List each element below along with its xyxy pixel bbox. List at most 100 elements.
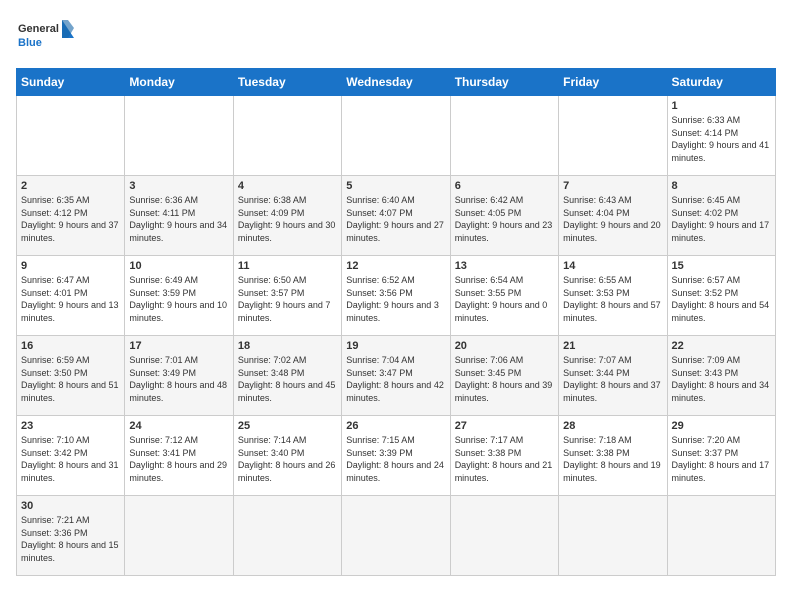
calendar-cell: 30 Sunrise: 7:21 AM Sunset: 3:36 PM Dayli… (17, 496, 125, 576)
calendar-cell: 4Sunrise: 6:38 AM Sunset: 4:09 PM Daylig… (233, 176, 341, 256)
day-info: Sunrise: 6:43 AM Sunset: 4:04 PM Dayligh… (563, 194, 662, 244)
weekday-header: Saturday (667, 69, 775, 96)
day-number: 30 (21, 500, 120, 512)
day-info: Sunrise: 6:54 AM Sunset: 3:55 PM Dayligh… (455, 274, 554, 324)
day-info: Sunrise: 7:21 AM Sunset: 3:36 PM Dayligh… (21, 514, 120, 564)
calendar-week: 1Sunrise: 6:33 AM Sunset: 4:14 PM Daylig… (17, 96, 776, 176)
calendar-cell (17, 96, 125, 176)
day-info: Sunrise: 7:10 AM Sunset: 3:42 PM Dayligh… (21, 434, 120, 484)
calendar-cell: 2 Sunrise: 6:35 AM Sunset: 4:12 PM Daylig… (17, 176, 125, 256)
calendar-cell: 15 Sunrise: 6:57 AM Sunset: 3:52 PM Dayli… (667, 256, 775, 336)
day-number: 24 (129, 420, 228, 432)
calendar-table: SundayMondayTuesdayWednesdayThursdayFrid… (16, 68, 776, 576)
day-info: Sunrise: 7:07 AM Sunset: 3:44 PM Dayligh… (563, 354, 662, 404)
day-number: 8 (672, 180, 771, 192)
day-info: Sunrise: 7:09 AM Sunset: 3:43 PM Dayligh… (672, 354, 771, 404)
day-number: 25 (238, 420, 337, 432)
calendar-cell (450, 496, 558, 576)
weekday-header: Tuesday (233, 69, 341, 96)
day-info: Sunrise: 6:59 AM Sunset: 3:50 PM Dayligh… (21, 354, 120, 404)
day-number: 19 (346, 340, 445, 352)
day-info: Sunrise: 6:55 AM Sunset: 3:53 PM Dayligh… (563, 274, 662, 324)
day-number: 16 (21, 340, 120, 352)
day-number: 15 (672, 260, 771, 272)
day-info: Sunrise: 7:01 AM Sunset: 3:49 PM Dayligh… (129, 354, 228, 404)
day-info: Sunrise: 7:20 AM Sunset: 3:37 PM Dayligh… (672, 434, 771, 484)
calendar-cell: 21 Sunrise: 7:07 AM Sunset: 3:44 PM Dayli… (559, 336, 667, 416)
calendar-cell: 8 Sunrise: 6:45 AM Sunset: 4:02 PM Daylig… (667, 176, 775, 256)
calendar-cell: 12 Sunrise: 6:52 AM Sunset: 3:56 PM Dayli… (342, 256, 450, 336)
calendar-cell: 14 Sunrise: 6:55 AM Sunset: 3:53 PM Dayli… (559, 256, 667, 336)
day-info: Sunrise: 6:45 AM Sunset: 4:02 PM Dayligh… (672, 194, 771, 244)
day-info: Sunrise: 6:36 AM Sunset: 4:11 PM Dayligh… (129, 194, 228, 244)
calendar-cell (233, 96, 341, 176)
day-number: 14 (563, 260, 662, 272)
calendar-cell: 3Sunrise: 6:36 AM Sunset: 4:11 PM Daylig… (125, 176, 233, 256)
day-info: Sunrise: 7:12 AM Sunset: 3:41 PM Dayligh… (129, 434, 228, 484)
calendar-week: 9 Sunrise: 6:47 AM Sunset: 4:01 PM Daylig… (17, 256, 776, 336)
day-info: Sunrise: 7:02 AM Sunset: 3:48 PM Dayligh… (238, 354, 337, 404)
logo: General Blue (16, 16, 76, 60)
calendar-week: 2 Sunrise: 6:35 AM Sunset: 4:12 PM Daylig… (17, 176, 776, 256)
day-info: Sunrise: 7:15 AM Sunset: 3:39 PM Dayligh… (346, 434, 445, 484)
day-number: 6 (455, 180, 554, 192)
calendar-cell: 25Sunrise: 7:14 AM Sunset: 3:40 PM Dayli… (233, 416, 341, 496)
calendar-cell: 13 Sunrise: 6:54 AM Sunset: 3:55 PM Dayli… (450, 256, 558, 336)
day-number: 2 (21, 180, 120, 192)
day-number: 5 (346, 180, 445, 192)
calendar-cell: 16 Sunrise: 6:59 AM Sunset: 3:50 PM Dayli… (17, 336, 125, 416)
day-number: 9 (21, 260, 120, 272)
calendar-cell: 26Sunrise: 7:15 AM Sunset: 3:39 PM Dayli… (342, 416, 450, 496)
calendar-cell: 11 Sunrise: 6:50 AM Sunset: 3:57 PM Dayli… (233, 256, 341, 336)
day-number: 27 (455, 420, 554, 432)
calendar-cell (233, 496, 341, 576)
calendar-week: 16 Sunrise: 6:59 AM Sunset: 3:50 PM Dayli… (17, 336, 776, 416)
day-number: 11 (238, 260, 337, 272)
calendar-cell (342, 496, 450, 576)
calendar-header: SundayMondayTuesdayWednesdayThursdayFrid… (17, 69, 776, 96)
calendar-cell (342, 96, 450, 176)
day-info: Sunrise: 7:04 AM Sunset: 3:47 PM Dayligh… (346, 354, 445, 404)
calendar-cell: 23 Sunrise: 7:10 AM Sunset: 3:42 PM Dayli… (17, 416, 125, 496)
day-number: 17 (129, 340, 228, 352)
calendar-cell: 24 Sunrise: 7:12 AM Sunset: 3:41 PM Dayli… (125, 416, 233, 496)
day-info: Sunrise: 6:42 AM Sunset: 4:05 PM Dayligh… (455, 194, 554, 244)
day-info: Sunrise: 6:47 AM Sunset: 4:01 PM Dayligh… (21, 274, 120, 324)
day-info: Sunrise: 7:18 AM Sunset: 3:38 PM Dayligh… (563, 434, 662, 484)
day-number: 7 (563, 180, 662, 192)
weekday-header: Monday (125, 69, 233, 96)
day-number: 20 (455, 340, 554, 352)
calendar-cell: 29Sunrise: 7:20 AM Sunset: 3:37 PM Dayli… (667, 416, 775, 496)
day-info: Sunrise: 6:57 AM Sunset: 3:52 PM Dayligh… (672, 274, 771, 324)
calendar-cell: 20Sunrise: 7:06 AM Sunset: 3:45 PM Dayli… (450, 336, 558, 416)
logo-svg: General Blue (16, 16, 76, 60)
day-info: Sunrise: 6:52 AM Sunset: 3:56 PM Dayligh… (346, 274, 445, 324)
calendar-cell: 19 Sunrise: 7:04 AM Sunset: 3:47 PM Dayli… (342, 336, 450, 416)
day-number: 13 (455, 260, 554, 272)
svg-text:General: General (18, 23, 59, 35)
day-number: 12 (346, 260, 445, 272)
calendar-cell (559, 496, 667, 576)
weekday-header: Sunday (17, 69, 125, 96)
header: General Blue (16, 16, 776, 60)
day-info: Sunrise: 6:50 AM Sunset: 3:57 PM Dayligh… (238, 274, 337, 324)
day-info: Sunrise: 6:35 AM Sunset: 4:12 PM Dayligh… (21, 194, 120, 244)
calendar-cell: 5 Sunrise: 6:40 AM Sunset: 4:07 PM Daylig… (342, 176, 450, 256)
calendar-cell: 6 Sunrise: 6:42 AM Sunset: 4:05 PM Daylig… (450, 176, 558, 256)
day-number: 22 (672, 340, 771, 352)
day-number: 10 (129, 260, 228, 272)
calendar-cell (125, 96, 233, 176)
day-number: 18 (238, 340, 337, 352)
day-number: 23 (21, 420, 120, 432)
day-info: Sunrise: 6:40 AM Sunset: 4:07 PM Dayligh… (346, 194, 445, 244)
day-info: Sunrise: 7:17 AM Sunset: 3:38 PM Dayligh… (455, 434, 554, 484)
calendar-cell: 17 Sunrise: 7:01 AM Sunset: 3:49 PM Dayli… (125, 336, 233, 416)
calendar-cell: 27 Sunrise: 7:17 AM Sunset: 3:38 PM Dayli… (450, 416, 558, 496)
day-number: 4 (238, 180, 337, 192)
day-number: 21 (563, 340, 662, 352)
day-info: Sunrise: 6:33 AM Sunset: 4:14 PM Dayligh… (672, 114, 771, 164)
calendar-cell: 1Sunrise: 6:33 AM Sunset: 4:14 PM Daylig… (667, 96, 775, 176)
weekday-row: SundayMondayTuesdayWednesdayThursdayFrid… (17, 69, 776, 96)
weekday-header: Friday (559, 69, 667, 96)
calendar-week: 30 Sunrise: 7:21 AM Sunset: 3:36 PM Dayli… (17, 496, 776, 576)
